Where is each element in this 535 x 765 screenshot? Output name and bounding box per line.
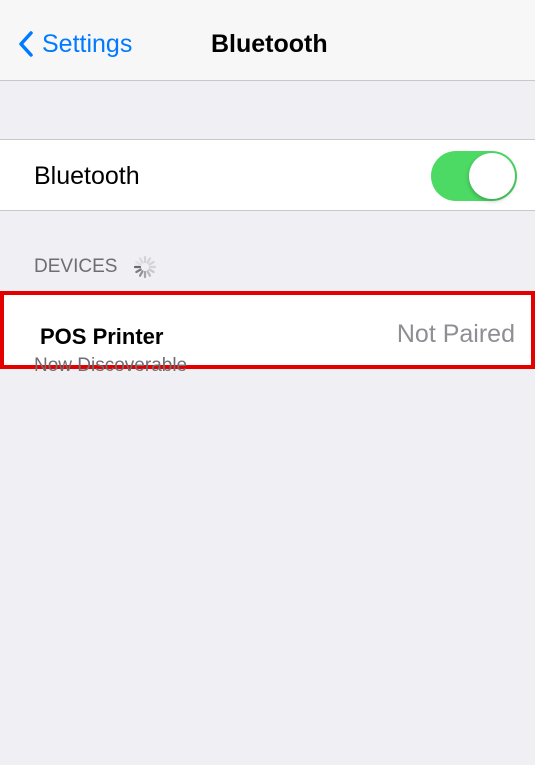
back-button[interactable]: Settings bbox=[18, 24, 132, 64]
page-title: Bluetooth bbox=[211, 30, 328, 58]
devices-section-header: DEVICES bbox=[34, 255, 157, 279]
activity-spinner-icon bbox=[134, 255, 157, 279]
bluetooth-label: Bluetooth bbox=[34, 162, 140, 190]
discoverable-note: Now Discoverable bbox=[34, 355, 188, 376]
toggle-knob bbox=[469, 153, 515, 199]
device-name: POS Printer bbox=[40, 324, 164, 349]
back-button-label: Settings bbox=[42, 29, 133, 58]
navigation-bar: Settings Bluetooth bbox=[0, 0, 535, 81]
device-status: Not Paired bbox=[396, 320, 515, 348]
chevron-left-icon bbox=[19, 31, 33, 57]
devices-header-label: DEVICES bbox=[34, 256, 118, 277]
bluetooth-row: Bluetooth bbox=[0, 139, 535, 211]
bluetooth-toggle[interactable] bbox=[431, 151, 517, 201]
